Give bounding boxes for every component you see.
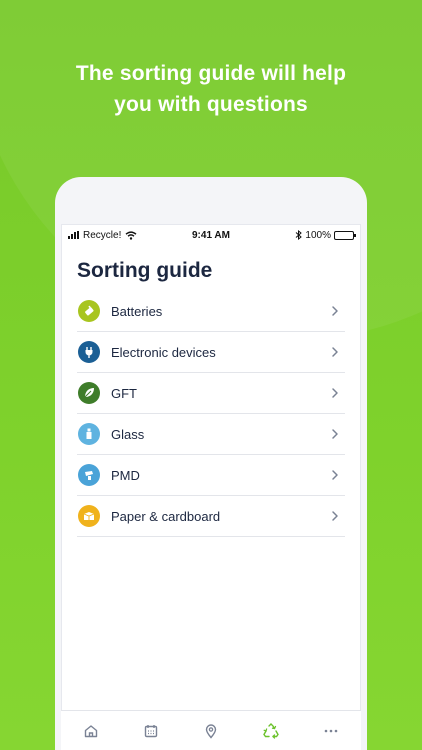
battery-percent: 100% (305, 229, 331, 241)
phone-frame: Recycle! 9:41 AM 100% Sorting guide Batt… (55, 177, 367, 750)
more-icon (323, 723, 339, 739)
headline: The sorting guide will help you with que… (0, 58, 422, 120)
bottle-icon (78, 464, 100, 486)
category-row-pmd[interactable]: PMD (77, 455, 345, 496)
carrier-label: Recycle! (83, 229, 122, 241)
wifi-icon (125, 230, 137, 240)
category-label: Batteries (111, 303, 163, 319)
headline-line-2: you with questions (114, 93, 308, 116)
status-bar: Recycle! 9:41 AM 100% (62, 225, 360, 245)
leaf-icon (78, 382, 100, 404)
tab-home[interactable] (76, 716, 106, 746)
map-pin-icon (203, 723, 219, 739)
headline-line-1: The sorting guide will help (75, 62, 347, 85)
category-row-batteries[interactable]: Batteries (77, 291, 345, 332)
category-list: Batteries Electronic devices GFT Glass PMD Pa… (77, 291, 345, 537)
category-row-electronic-devices[interactable]: Electronic devices (77, 332, 345, 373)
page-title: Sorting guide (77, 259, 213, 282)
category-label: Electronic devices (111, 344, 216, 360)
category-row-gft[interactable]: GFT (77, 373, 345, 414)
chevron-right-icon (332, 347, 338, 357)
bluetooth-icon (296, 230, 303, 240)
tab-recycle[interactable] (256, 716, 286, 746)
tab-bar (61, 710, 361, 750)
status-left: Recycle! (68, 230, 137, 241)
category-label: GFT (111, 385, 137, 401)
chevron-right-icon (332, 388, 338, 398)
category-row-paper-cardboard[interactable]: Paper & cardboard (77, 496, 345, 537)
recycle-icon (262, 722, 280, 739)
category-label: Glass (111, 426, 145, 442)
tab-map-pin[interactable] (196, 716, 226, 746)
chevron-right-icon (332, 511, 338, 521)
signal-icon (68, 231, 79, 239)
box-icon (78, 505, 100, 527)
plug-icon (78, 341, 100, 363)
chevron-right-icon (332, 470, 338, 480)
calendar-icon (143, 723, 159, 739)
category-label: PMD (111, 467, 140, 483)
category-row-glass[interactable]: Glass (77, 414, 345, 455)
battery-icon (334, 230, 356, 240)
chevron-right-icon (332, 306, 338, 316)
phone-screen: Recycle! 9:41 AM 100% Sorting guide Batt… (61, 224, 361, 750)
home-icon (83, 723, 99, 739)
category-label: Paper & cardboard (111, 508, 221, 524)
status-right: 100% (295, 229, 356, 241)
tab-more[interactable] (316, 716, 346, 746)
battery-icon (78, 300, 100, 322)
chevron-right-icon (332, 429, 338, 439)
glass-bottle-icon (78, 423, 100, 445)
tab-calendar[interactable] (136, 716, 166, 746)
